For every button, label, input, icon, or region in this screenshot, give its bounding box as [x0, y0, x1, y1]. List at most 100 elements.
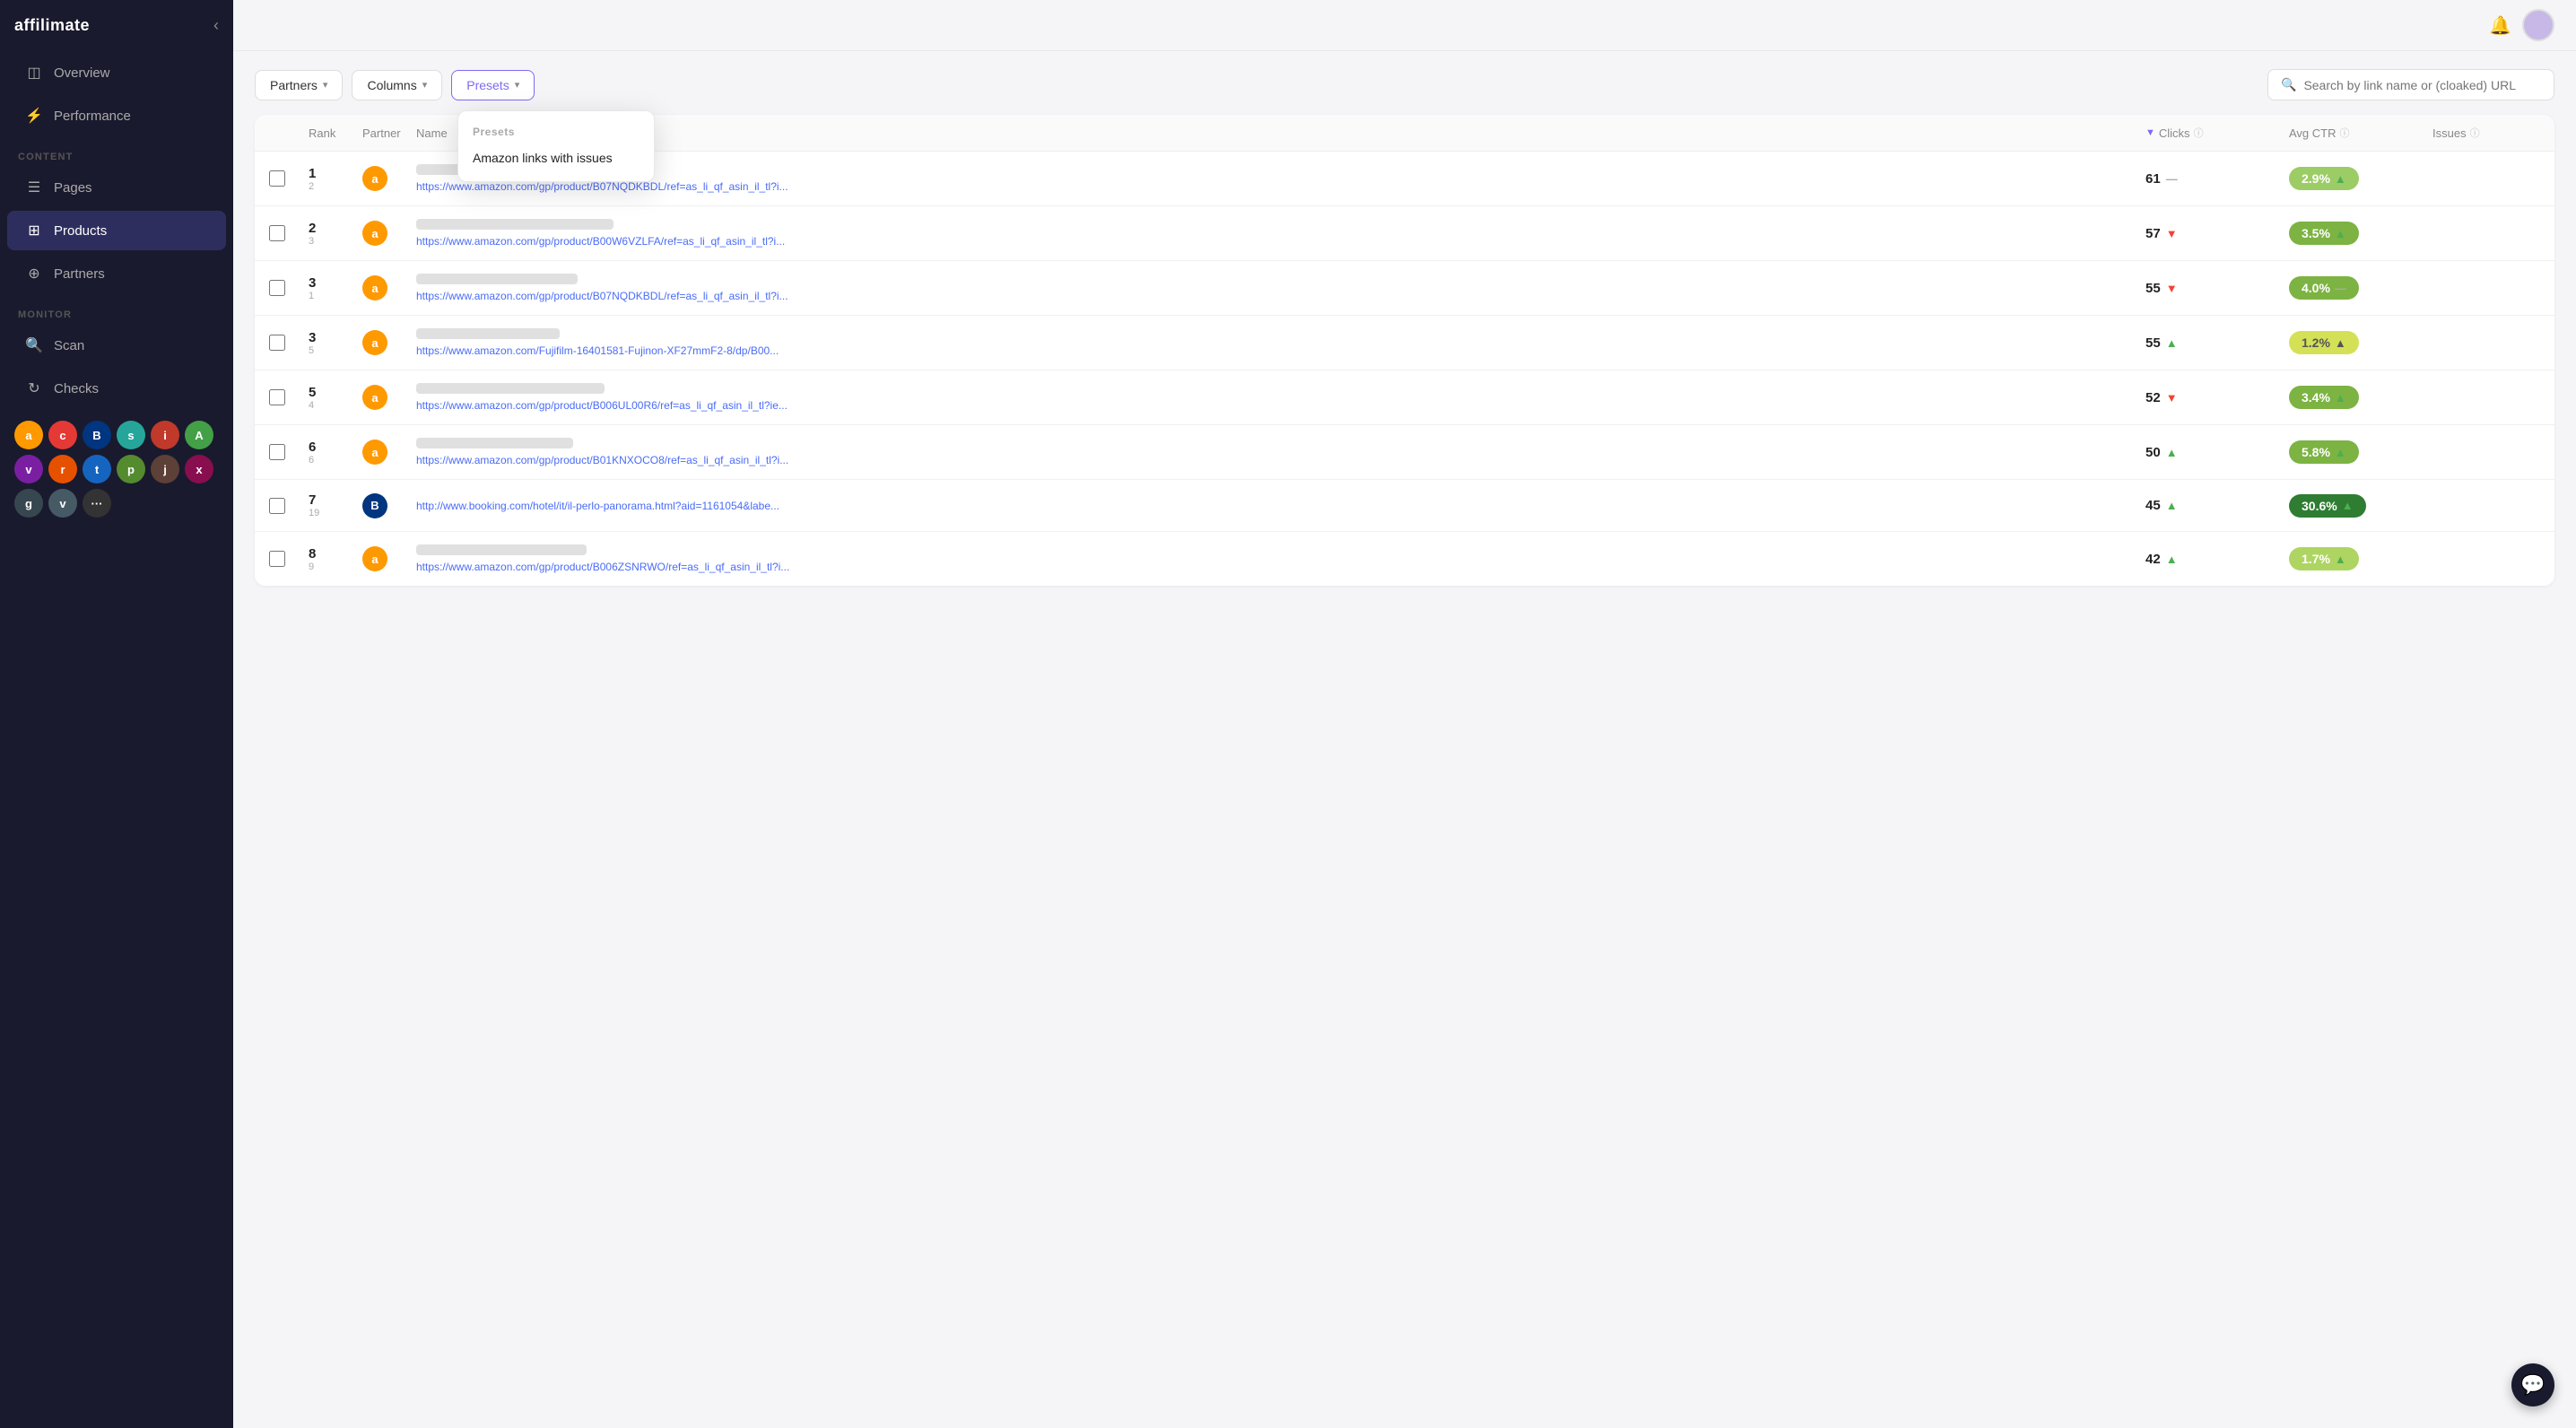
- partner-icons-section: a c B s i A v r t p j x g v ···: [0, 410, 233, 528]
- clicks-info-icon[interactable]: ⓘ: [2194, 126, 2204, 140]
- ctr-cell: 3.5% ▲: [2289, 222, 2432, 245]
- avgctr-info-icon[interactable]: ⓘ: [2340, 126, 2350, 140]
- row-checkbox[interactable]: [269, 444, 285, 460]
- partner-avatar: a: [362, 221, 387, 246]
- ctr-badge: 1.2% ▲: [2289, 331, 2359, 354]
- partner-icon-shareasale[interactable]: s: [117, 421, 145, 449]
- partner-icon-g[interactable]: g: [14, 489, 43, 518]
- rank-prev: 4: [309, 400, 314, 411]
- clicks-cell: 61 —: [2145, 171, 2289, 187]
- product-link[interactable]: https://www.amazon.com/gp/product/B006ZS…: [416, 561, 847, 573]
- name-cell: https://www.amazon.com/gp/product/B00W6V…: [416, 219, 2145, 248]
- row-checkbox[interactable]: [269, 551, 285, 567]
- row-checkbox[interactable]: [269, 225, 285, 241]
- partner-icon-impact[interactable]: i: [151, 421, 179, 449]
- name-blur: [416, 328, 560, 339]
- ctr-trend-icon: ▲: [2335, 391, 2346, 405]
- product-link[interactable]: http://www.booking.com/hotel/it/il-perlo…: [416, 500, 847, 512]
- sidebar-item-label: Overview: [54, 65, 110, 81]
- row-checkbox[interactable]: [269, 498, 285, 514]
- rank-cell: 3 5: [309, 330, 362, 356]
- rank-prev: 5: [309, 345, 314, 356]
- clicks-trend-icon: ▲: [2166, 553, 2178, 566]
- notification-bell-icon[interactable]: 🔔: [2489, 14, 2511, 37]
- performance-icon: ⚡: [25, 107, 43, 125]
- name-cell: https://www.amazon.com/gp/product/B006ZS…: [416, 544, 2145, 573]
- partner-icon-j[interactable]: j: [151, 455, 179, 483]
- sidebar-item-checks[interactable]: ↻ Checks: [7, 369, 226, 408]
- partner-icon-v2[interactable]: v: [48, 489, 77, 518]
- partner-icon-viglink[interactable]: v: [14, 455, 43, 483]
- rank-prev: 19: [309, 508, 319, 518]
- name-cell: https://www.amazon.com/gp/product/B07NQD…: [416, 274, 2145, 302]
- content-area: Partners ▾ Columns ▾ Presets ▾ Presets A…: [233, 51, 2576, 1428]
- sidebar-item-performance[interactable]: ⚡ Performance: [7, 96, 226, 135]
- product-link[interactable]: https://www.amazon.com/gp/product/B01KNX…: [416, 454, 847, 466]
- row-checkbox[interactable]: [269, 335, 285, 351]
- presets-filter-button[interactable]: Presets ▾: [451, 70, 535, 100]
- presets-filter-label: Presets: [466, 78, 509, 92]
- product-link[interactable]: https://www.amazon.com/gp/product/B006UL…: [416, 399, 847, 412]
- header-name: Name: [416, 126, 2145, 140]
- partner-icon-amazon[interactable]: a: [14, 421, 43, 449]
- partner-avatar: a: [362, 166, 387, 191]
- collapse-sidebar-button[interactable]: ‹: [213, 16, 219, 35]
- rank-prev: 9: [309, 562, 314, 572]
- partner-icon-cj[interactable]: c: [48, 421, 77, 449]
- partners-filter-button[interactable]: Partners ▾: [255, 70, 343, 100]
- rank-current: 8: [309, 546, 316, 562]
- name-cell: https://www.amazon.com/gp/product/B07NQD…: [416, 164, 2145, 193]
- clicks-cell: 50 ▲: [2145, 445, 2289, 460]
- ctr-cell: 2.9% ▲: [2289, 167, 2432, 190]
- rank-current: 2: [309, 221, 316, 236]
- partner-icon-t[interactable]: t: [83, 455, 111, 483]
- row-checkbox[interactable]: [269, 280, 285, 296]
- sidebar-item-scan[interactable]: 🔍 Scan: [7, 326, 226, 365]
- name-blur: [416, 438, 573, 448]
- partner-icon-more[interactable]: ···: [83, 489, 111, 518]
- sidebar-item-label: Products: [54, 223, 107, 239]
- partner-avatar: a: [362, 546, 387, 571]
- partner-icon-x[interactable]: x: [185, 455, 213, 483]
- product-link[interactable]: https://www.amazon.com/gp/product/B00W6V…: [416, 235, 847, 248]
- columns-chevron-icon: ▾: [422, 79, 428, 91]
- row-checkbox[interactable]: [269, 170, 285, 187]
- clicks-cell: 45 ▲: [2145, 498, 2289, 513]
- partner-icon-p[interactable]: p: [117, 455, 145, 483]
- columns-filter-button[interactable]: Columns ▾: [352, 70, 442, 100]
- product-link[interactable]: https://www.amazon.com/gp/product/B07NQD…: [416, 290, 847, 302]
- partner-icon-booking[interactable]: B: [83, 421, 111, 449]
- search-input[interactable]: [2303, 78, 2541, 92]
- presets-chevron-icon: ▾: [515, 79, 520, 91]
- dropdown-item-amazon-issues[interactable]: Amazon links with issues: [458, 142, 654, 174]
- sidebar-item-overview[interactable]: ◫ Overview: [7, 53, 226, 92]
- partner-icon-awin[interactable]: A: [185, 421, 213, 449]
- rank-cell: 5 4: [309, 385, 362, 411]
- issues-info-icon[interactable]: ⓘ: [2470, 126, 2480, 140]
- sidebar-item-label: Partners: [54, 266, 105, 282]
- name-blur: [416, 544, 587, 555]
- partner-avatar: B: [362, 493, 387, 518]
- product-link[interactable]: https://www.amazon.com/Fujifilm-16401581…: [416, 344, 847, 357]
- sidebar-item-label: Checks: [54, 381, 99, 396]
- ctr-badge: 3.5% ▲: [2289, 222, 2359, 245]
- rank-prev: 2: [309, 181, 314, 192]
- sidebar-item-partners[interactable]: ⊕ Partners: [7, 254, 226, 293]
- sidebar-item-products[interactable]: ⊞ Products: [7, 211, 226, 250]
- partner-icon-r[interactable]: r: [48, 455, 77, 483]
- rank-cell: 1 2: [309, 166, 362, 192]
- clicks-cell: 55 ▼: [2145, 281, 2289, 296]
- ctr-trend-icon: ▲: [2335, 172, 2346, 186]
- products-table: Rank Partner Name ▼ Clicks ⓘ Avg CTR ⓘ: [255, 115, 2554, 586]
- sidebar-item-pages[interactable]: ☰ Pages: [7, 168, 226, 207]
- clicks-sort-icon: ▼: [2145, 127, 2155, 138]
- row-checkbox[interactable]: [269, 389, 285, 405]
- clicks-cell: 52 ▼: [2145, 390, 2289, 405]
- user-avatar[interactable]: [2522, 9, 2554, 41]
- product-link[interactable]: https://www.amazon.com/gp/product/B07NQD…: [416, 180, 847, 193]
- rank-prev: 3: [309, 236, 314, 247]
- name-blur: [416, 383, 605, 394]
- chat-button[interactable]: 💬: [2511, 1363, 2554, 1406]
- name-cell: https://www.amazon.com/gp/product/B006UL…: [416, 383, 2145, 412]
- ctr-trend-icon: ▲: [2335, 227, 2346, 240]
